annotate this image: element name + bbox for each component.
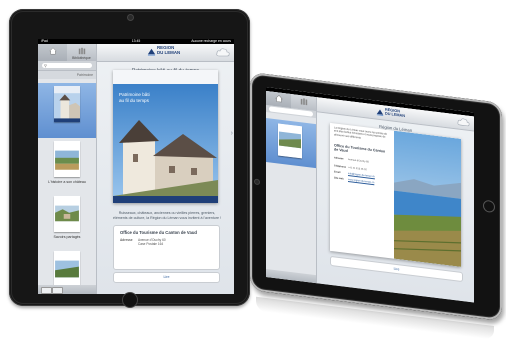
read-button[interactable]: Lire xyxy=(113,272,220,283)
brochure-thumbnail xyxy=(278,123,302,159)
camera-icon xyxy=(127,14,134,21)
email-row: Email info@region-du-leman.ch xyxy=(334,170,375,178)
brochure-thumbnail xyxy=(54,141,80,177)
cover-title-line-1: Patrimoine bâti xyxy=(119,92,150,97)
cover-title-line-2: au fil du temps xyxy=(119,97,149,103)
home-icon xyxy=(48,47,57,55)
detail-pane: REGION DU LEMAN Région du Léman La Région… xyxy=(317,97,474,303)
list-view-button[interactable] xyxy=(52,287,63,294)
grid-view-button[interactable] xyxy=(41,287,52,294)
search-input[interactable] xyxy=(42,63,92,68)
cloud-share-icon[interactable] xyxy=(216,47,230,58)
list-item[interactable]: L'histoire a son château xyxy=(38,138,96,193)
intro-text: La Région du Léman vous ouvre les portes… xyxy=(334,126,388,140)
logo-line-2: DU LEMAN xyxy=(385,111,406,119)
lake-vineyard-photo xyxy=(394,130,461,267)
list-item-caption: L'histoire a son château xyxy=(48,180,86,184)
office-info-card: Office du Tourisme du Canton de Vaud Adr… xyxy=(113,225,220,270)
office-name: Office du Tourisme du Canton de Vaud xyxy=(334,143,386,154)
detail-pane: REGION DU LEMAN Patrimoine bâti au fil du… xyxy=(97,44,234,294)
search-icon: ⚲ xyxy=(44,63,47,68)
tab-library-label: Bibliothèque xyxy=(72,56,91,60)
home-button[interactable] xyxy=(483,199,495,214)
list-item-caption: Savoirs partagés xyxy=(53,235,81,239)
sidebar-toolbar xyxy=(38,285,96,294)
ipad-left: iPad 13:45 Aucune recharge en cours Bibl… xyxy=(9,9,250,308)
cloud-share-icon[interactable] xyxy=(457,116,470,128)
list-item[interactable] xyxy=(38,83,96,138)
address-value: Avenue d'Ouchy 60 xyxy=(348,158,369,164)
sidebar-tabs: Bibliothèque xyxy=(38,44,96,61)
web-link[interactable]: www.region-du-leman.ch xyxy=(348,178,374,184)
home-icon xyxy=(274,94,283,103)
ipad-left-screen: iPad 13:45 Aucune recharge en cours Bibl… xyxy=(38,39,234,294)
office-name: Office du Tourisme du Canton de Vaud xyxy=(120,230,197,235)
section-header: Patrimoine xyxy=(38,71,96,79)
address-label: Adresse xyxy=(120,238,133,242)
library-icon xyxy=(78,47,85,55)
detail-header: REGION DU LEMAN xyxy=(97,44,234,62)
phone-value[interactable]: +41 21 613 26 26 xyxy=(348,166,367,171)
phone-row: Téléphone +41 21 613 26 26 xyxy=(334,164,367,171)
tab-library[interactable]: Bibliothèque xyxy=(67,44,96,61)
ipad-right-screen: REGION DU LEMAN Région du Léman La Région… xyxy=(266,86,474,303)
library-icon xyxy=(300,98,307,106)
region-du-leman-logo: REGION DU LEMAN xyxy=(147,45,185,59)
tab-home[interactable] xyxy=(38,44,67,61)
list-item[interactable]: Savoirs partagés xyxy=(38,193,96,248)
list-item[interactable] xyxy=(266,117,316,169)
phone-label: Téléphone xyxy=(334,164,346,169)
ipad-right: REGION DU LEMAN Région du Léman La Région… xyxy=(250,72,502,343)
web-row: Site web www.region-du-leman.ch xyxy=(334,176,374,184)
sidebar-toolbar xyxy=(266,268,316,284)
brochure-thumbnail xyxy=(54,86,80,122)
brochure-cover[interactable]: Patrimoine bâti au fil du temps xyxy=(113,70,218,203)
brochure-thumbnail xyxy=(54,196,80,232)
address-line-2: Case Postale 164 xyxy=(138,242,164,246)
home-button[interactable] xyxy=(122,292,138,308)
camera-icon xyxy=(254,178,260,186)
region-du-leman-logo: REGION DU LEMAN xyxy=(376,106,420,122)
chevron-right-icon[interactable]: › xyxy=(231,130,233,137)
brochure-description: Ruisseaux, châteaux, anciennes ou vieill… xyxy=(113,211,221,220)
email-label: Email xyxy=(334,170,341,175)
logo-line-2: DU LEMAN xyxy=(157,49,181,55)
info-card: La Région du Léman vous ouvre les portes… xyxy=(330,122,461,267)
sidebar xyxy=(266,90,317,284)
address-row: Adresse Avenue d'Ouchy 60 xyxy=(334,156,369,163)
search-bar: ⚲ xyxy=(38,61,96,71)
email-link[interactable]: info@region-du-leman.ch xyxy=(348,172,375,178)
brochure-thumbnail xyxy=(54,251,80,287)
sidebar: Bibliothèque ⚲ Patrimoine L'histoire a s… xyxy=(38,44,97,294)
web-label: Site web xyxy=(334,176,344,181)
address-label: Adresse xyxy=(334,156,344,161)
cover-footer-band xyxy=(113,196,218,203)
